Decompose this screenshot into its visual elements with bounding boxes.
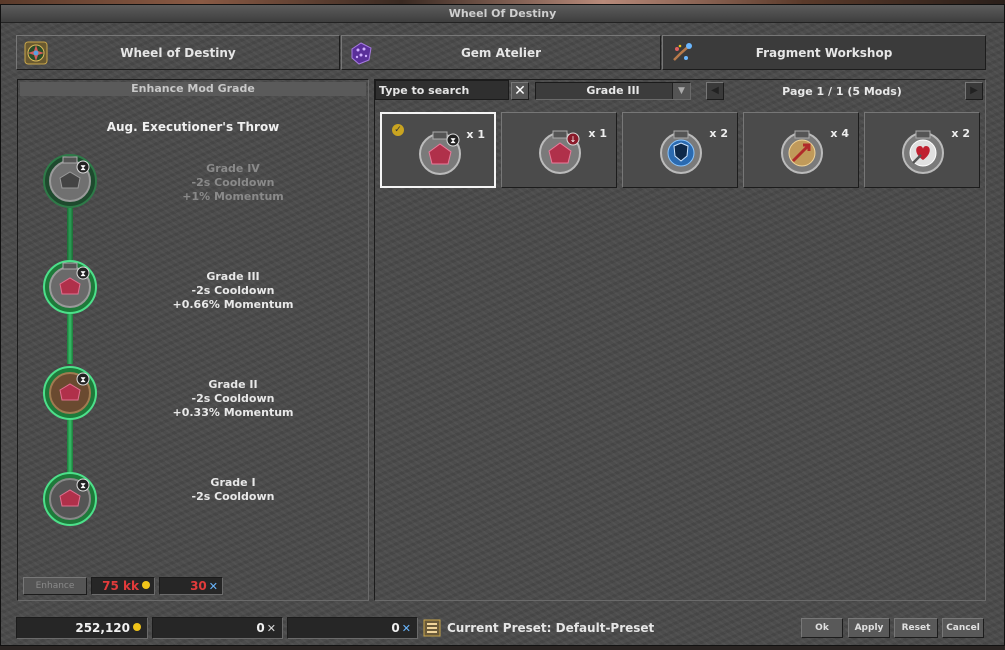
grade-title: Grade III [206,270,260,283]
downward-strike-mod-icon: ↓ [539,130,581,174]
mod-count: x 4 [830,127,849,140]
greater-fragment-icon: ✕ [401,622,411,635]
selected-check-icon: ✓ [392,124,404,136]
reset-button[interactable]: Reset [894,618,938,638]
grade-connector [67,418,73,476]
fragment-cost: 30 ✕ [159,577,223,595]
bottom-bar: 252,120 0 ✕ 0 ✕ Current Preset: Default-Pr… [16,617,986,639]
preset-list-icon[interactable] [423,619,441,637]
grade-connector [67,312,73,364]
current-preset-label: Current Preset: Default-Preset [447,621,655,635]
grade-title: Grade I [210,476,256,489]
grade-iii-node-icon[interactable]: ⧗ [43,260,97,314]
mod-count: x 1 [588,127,607,140]
lesser-fragment-value: 0 [256,621,265,635]
wheel-of-destiny-window: Wheel Of Destiny Wheel of Destiny Gem At… [0,4,1005,646]
grade-iv-node-icon: ⧗ [43,154,97,208]
grade-title: Grade II [208,378,258,391]
tab-label: Fragment Workshop [755,46,893,60]
grade-filter-value: Grade III [586,84,640,97]
ok-button[interactable]: Ok [801,618,843,638]
apply-button[interactable]: Apply [848,618,890,638]
tab-wheel-of-destiny[interactable]: Wheel of Destiny [16,35,340,70]
gold-cost-value: 75 kk [102,579,139,593]
grade-i-node-icon[interactable]: ⧗ [43,472,97,526]
grade-line: -2s Cooldown [191,392,275,405]
tab-gem-atelier[interactable]: Gem Atelier [341,35,661,70]
gold-coin-icon [133,623,141,631]
executioner-throw-mod-icon: ⧗ [419,131,461,175]
greater-fragment-balance: 0 ✕ [287,617,418,639]
mod-slot[interactable]: x 2 [622,112,738,188]
window-title: Wheel Of Destiny [1,5,1004,23]
grade-connector [67,202,73,260]
fragment-cost-value: 30 [190,579,207,593]
gold-balance: 252,120 [16,617,148,639]
grade-iii-info: Grade III -2s Cooldown +0.66% Momentum [128,270,338,312]
lesser-fragment-icon: ✕ [266,622,276,635]
tab-fragment-workshop[interactable]: Fragment Workshop [662,35,986,70]
lesser-fragment-balance: 0 ✕ [152,617,283,639]
gold-cost: 75 kk [91,577,155,595]
grade-line: -2s Cooldown [191,176,275,189]
clear-search-button[interactable]: ✕ [511,82,529,100]
grade-line: -2s Cooldown [191,490,275,503]
grade-line: +0.66% Momentum [172,298,294,311]
gold-balance-value: 252,120 [75,621,130,635]
mod-count: x 2 [951,127,970,140]
chevron-down-icon: ▼ [672,83,690,99]
heart-strike-mod-icon [902,130,944,174]
shield-mod-icon [660,130,702,174]
fragment-icon: ✕ [208,580,218,593]
page-info: Page 1 / 1 (5 Mods) [782,85,902,98]
mod-slot[interactable]: x 4 [743,112,859,188]
tab-bar: Wheel of Destiny Gem Atelier Fragment Wo… [16,35,986,70]
svg-text:⧗: ⧗ [80,269,86,278]
grade-title: Grade IV [206,162,260,175]
mod-slot[interactable]: ↓ x 1 [501,112,617,188]
prev-page-button[interactable]: ◀ [706,82,724,100]
grade-iv-info: Grade IV -2s Cooldown +1% Momentum [128,162,338,204]
enhance-mod-panel: Enhance Mod Grade Aug. Executioner's Thr… [17,79,369,601]
svg-text:↓: ↓ [570,135,577,144]
gold-coin-icon [142,581,150,589]
panel-header: Enhance Mod Grade [20,82,366,96]
grade-i-info: Grade I -2s Cooldown [128,476,338,504]
grade-filter-dropdown[interactable]: Grade III ▼ [535,82,691,100]
arrow-mod-icon [781,130,823,174]
tab-label: Wheel of Destiny [120,46,236,60]
grade-ii-info: Grade II -2s Cooldown +0.33% Momentum [128,378,338,420]
grade-line: +0.33% Momentum [172,406,294,419]
mod-slot[interactable]: ✓ ⧗ x 1 [380,112,496,188]
grade-ii-node-icon[interactable]: ⧗ [43,366,97,420]
greater-fragment-value: 0 [391,621,400,635]
grade-line: +1% Momentum [182,190,284,203]
mods-panel: ✕ Grade III ▼ ◀ Page 1 / 1 (5 Mods) ▶ ✓ … [374,79,986,601]
enhance-button[interactable]: Enhance [23,577,87,595]
cancel-button[interactable]: Cancel [942,618,984,638]
next-page-button[interactable]: ▶ [965,82,983,100]
skill-name: Aug. Executioner's Throw [106,120,280,134]
svg-text:⧗: ⧗ [450,136,456,145]
tab-label: Gem Atelier [460,46,542,60]
search-input[interactable] [375,80,509,100]
mod-count: x 1 [466,128,485,141]
mod-slot[interactable]: x 2 [864,112,980,188]
mod-count: x 2 [709,127,728,140]
svg-text:⧗: ⧗ [80,163,86,172]
svg-text:⧗: ⧗ [80,481,86,490]
svg-text:⧗: ⧗ [80,375,86,384]
grade-line: -2s Cooldown [191,284,275,297]
